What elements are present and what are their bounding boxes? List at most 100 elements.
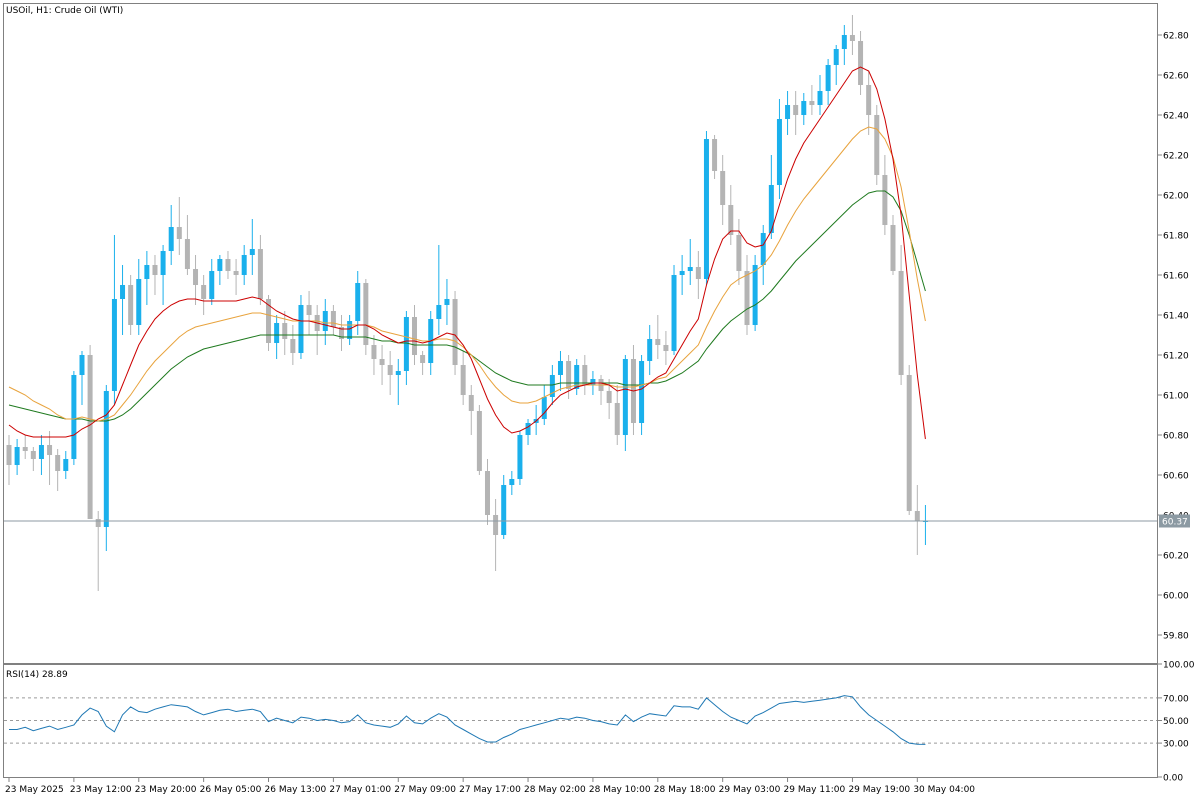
- candle-body: [444, 299, 450, 305]
- candle-body: [322, 311, 328, 331]
- candle-body: [274, 323, 280, 343]
- chart-background: [0, 0, 1200, 800]
- candle: [517, 431, 523, 485]
- time-tick-label: 23 May 2025: [5, 785, 64, 795]
- candle-body: [760, 233, 766, 265]
- candle-body: [493, 515, 499, 535]
- candle-body: [347, 321, 353, 339]
- candle-body: [412, 317, 417, 355]
- price-tick-label: 62.40: [1163, 112, 1189, 122]
- time-tick-label: 29 May 03:00: [719, 785, 781, 795]
- candle-body: [679, 271, 685, 275]
- candle-body: [509, 479, 515, 485]
- candle: [87, 345, 93, 519]
- candle-body: [111, 299, 117, 391]
- candle-body: [55, 455, 61, 471]
- price-tick-label: 60.20: [1163, 552, 1189, 562]
- time-tick-label: 28 May 18:00: [654, 785, 716, 795]
- candle-body: [517, 435, 523, 479]
- candle-body: [703, 139, 709, 279]
- candle-body: [671, 275, 677, 351]
- price-tick-label: 61.40: [1163, 312, 1189, 322]
- candle-body: [501, 485, 507, 535]
- rsi-tick-label: 50.00: [1163, 717, 1189, 727]
- time-tick-label: 23 May 20:00: [135, 785, 197, 795]
- candle-body: [647, 339, 653, 361]
- time-tick-label: 27 May 09:00: [394, 785, 456, 795]
- candle-body: [825, 65, 831, 91]
- candle-body: [525, 423, 531, 435]
- candle-body: [38, 445, 44, 459]
- price-tick-label: 61.00: [1163, 392, 1189, 402]
- candle-body: [720, 171, 726, 205]
- candle-body: [695, 267, 701, 279]
- candle-body: [6, 445, 12, 465]
- candle-body: [103, 391, 109, 527]
- candle-body: [752, 265, 758, 325]
- candle-body: [47, 445, 53, 455]
- candle-body: [436, 305, 442, 319]
- candle-body: [298, 305, 304, 353]
- candle-body: [736, 235, 742, 271]
- candle-body: [355, 283, 361, 321]
- candle-body: [776, 119, 782, 185]
- candle-body: [136, 279, 142, 325]
- candle-body: [87, 355, 93, 519]
- candle-body: [606, 391, 612, 403]
- candle-body: [882, 175, 888, 225]
- rsi-tick-label: 70.00: [1163, 694, 1189, 704]
- candle-body: [785, 105, 791, 119]
- candle-body: [379, 359, 385, 365]
- candle-body: [890, 225, 896, 271]
- candle-body: [906, 375, 912, 511]
- candle-body: [306, 305, 312, 315]
- candle-body: [744, 271, 750, 325]
- time-tick-label: 26 May 05:00: [200, 785, 262, 795]
- candle: [874, 105, 880, 185]
- candle-body: [95, 519, 101, 527]
- time-tick-label: 29 May 11:00: [784, 785, 846, 795]
- current-price-label: 60.37: [1162, 518, 1188, 528]
- candle-body: [639, 361, 645, 423]
- candle-body: [614, 403, 620, 435]
- candle-body: [290, 339, 296, 353]
- rsi-label: RSI(14) 28.89: [6, 670, 68, 680]
- candle-body: [622, 359, 628, 435]
- candle: [703, 131, 709, 285]
- candle-body: [233, 271, 239, 275]
- time-tick-label: 27 May 01:00: [329, 785, 391, 795]
- candle: [71, 371, 77, 465]
- price-tick-label: 61.80: [1163, 232, 1189, 242]
- candle-body: [120, 285, 126, 299]
- candle-body: [168, 227, 174, 251]
- candle-body: [152, 265, 158, 275]
- price-tick-label: 62.20: [1163, 152, 1189, 162]
- candle-body: [541, 397, 547, 419]
- candle: [363, 279, 369, 355]
- candle-body: [801, 101, 807, 115]
- candle-body: [176, 227, 182, 239]
- price-tick-label: 62.00: [1163, 192, 1189, 202]
- candle-body: [257, 249, 263, 299]
- rsi-tick-label: 100.00: [1163, 661, 1195, 671]
- chart-canvas[interactable]: 62.80 62.60 62.40 62.20 62.00 61.80 61.60 61.40…: [0, 0, 1200, 800]
- candle-body: [282, 323, 288, 339]
- time-tick-label: 28 May 10:00: [589, 785, 651, 795]
- candle-body: [144, 265, 150, 279]
- candle-body: [590, 379, 596, 385]
- candle-body: [484, 471, 490, 515]
- candle-body: [793, 105, 799, 115]
- time-tick-label: 30 May 04:00: [913, 785, 975, 795]
- candle-body: [841, 35, 847, 49]
- price-tick-label: 61.20: [1163, 352, 1189, 362]
- candle-body: [79, 355, 85, 375]
- candle-body: [420, 355, 426, 363]
- candle: [671, 265, 677, 355]
- price-tick-label: 60.80: [1163, 432, 1189, 442]
- price-tick-label: 60.00: [1163, 592, 1189, 602]
- candle-body: [363, 283, 369, 345]
- candle-body: [241, 255, 247, 275]
- candle-body: [201, 285, 207, 299]
- candle-body: [566, 361, 572, 389]
- candle-body: [403, 317, 409, 371]
